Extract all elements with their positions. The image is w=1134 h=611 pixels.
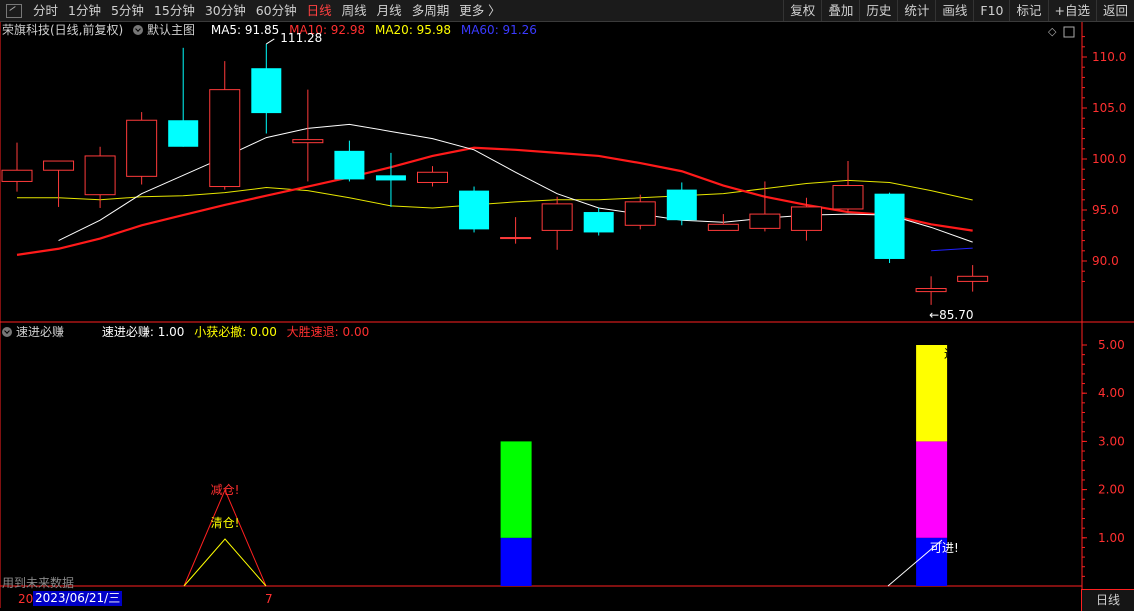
candle-body-down <box>459 190 490 230</box>
diamond-icon: ◇ <box>1048 25 1057 38</box>
candle-body-up <box>84 155 116 196</box>
candle-body-up <box>749 213 781 229</box>
x-label-left: 20 <box>18 592 34 606</box>
kline-chart[interactable]: ◇ 110.0 105.0 100.0 95.0 90.0 5.00 4.00 3.00 2.00… <box>0 0 1134 611</box>
indicator-bar <box>916 441 948 538</box>
candle-body-down <box>334 150 365 180</box>
candle-body-down <box>874 193 905 259</box>
high-marker-label: 111.28 <box>280 31 322 45</box>
candle-body-up <box>957 275 989 282</box>
period-status[interactable]: 日线 <box>1081 589 1134 611</box>
ma60-line <box>931 247 973 252</box>
price-axis-label: 110.0 <box>1092 50 1126 64</box>
indicator-axis-label: 3.00 <box>1098 434 1125 448</box>
clear-signal-label: 清仓! <box>211 516 240 530</box>
cursor-date: 2023/06/21/三 <box>33 591 123 606</box>
indicator-axis-label: 4.00 <box>1098 386 1125 400</box>
ma20-line <box>17 179 973 209</box>
price-axis-label: 90.0 <box>1092 254 1119 268</box>
candle-body-down <box>251 68 282 114</box>
candle-body-up <box>790 206 822 231</box>
entry-top-label: 进! <box>944 347 961 361</box>
panel-toggle-icon <box>1063 26 1075 38</box>
candle-body-up <box>292 139 324 144</box>
x-label-mid: 7 <box>265 592 273 606</box>
candle-body-up <box>707 223 739 231</box>
candle-body-down <box>375 175 406 181</box>
candle-body-up <box>126 119 158 177</box>
candle-body-down <box>583 212 614 233</box>
candle-body-up <box>1 169 33 182</box>
indicator-bar <box>500 441 532 538</box>
candle-body-up <box>624 201 656 226</box>
candle-body-up <box>417 171 448 183</box>
price-axis-label: 95.0 <box>1092 203 1119 217</box>
indicator-axis-label: 2.00 <box>1098 483 1125 497</box>
entry-signal-label: 可进! <box>930 541 959 555</box>
low-marker-label: ←85.70 <box>929 308 973 322</box>
candle-body-down <box>168 120 199 147</box>
candle-body-up <box>915 288 947 293</box>
candle-body-up <box>43 160 75 171</box>
reduce-signal-label: 减仓! <box>211 483 240 497</box>
candle-body-up <box>832 185 864 210</box>
high-marker-arrow <box>266 38 275 45</box>
price-axis-label: 100.0 <box>1092 152 1126 166</box>
indicator-bar <box>916 345 948 442</box>
candle-body-up <box>209 89 241 188</box>
future-data-note: 用到未来数据 <box>2 576 75 590</box>
candle-body-up <box>541 203 573 231</box>
price-axis-label: 105.0 <box>1092 101 1126 115</box>
candle-body-down <box>666 189 697 221</box>
indicator-axis-label: 5.00 <box>1098 338 1125 352</box>
clear-signal-triangle <box>183 538 267 587</box>
ma10-line <box>16 146 973 256</box>
candle-body-up <box>500 237 532 240</box>
indicator-axis-label: 1.00 <box>1098 531 1125 545</box>
indicator-bar <box>500 537 532 586</box>
